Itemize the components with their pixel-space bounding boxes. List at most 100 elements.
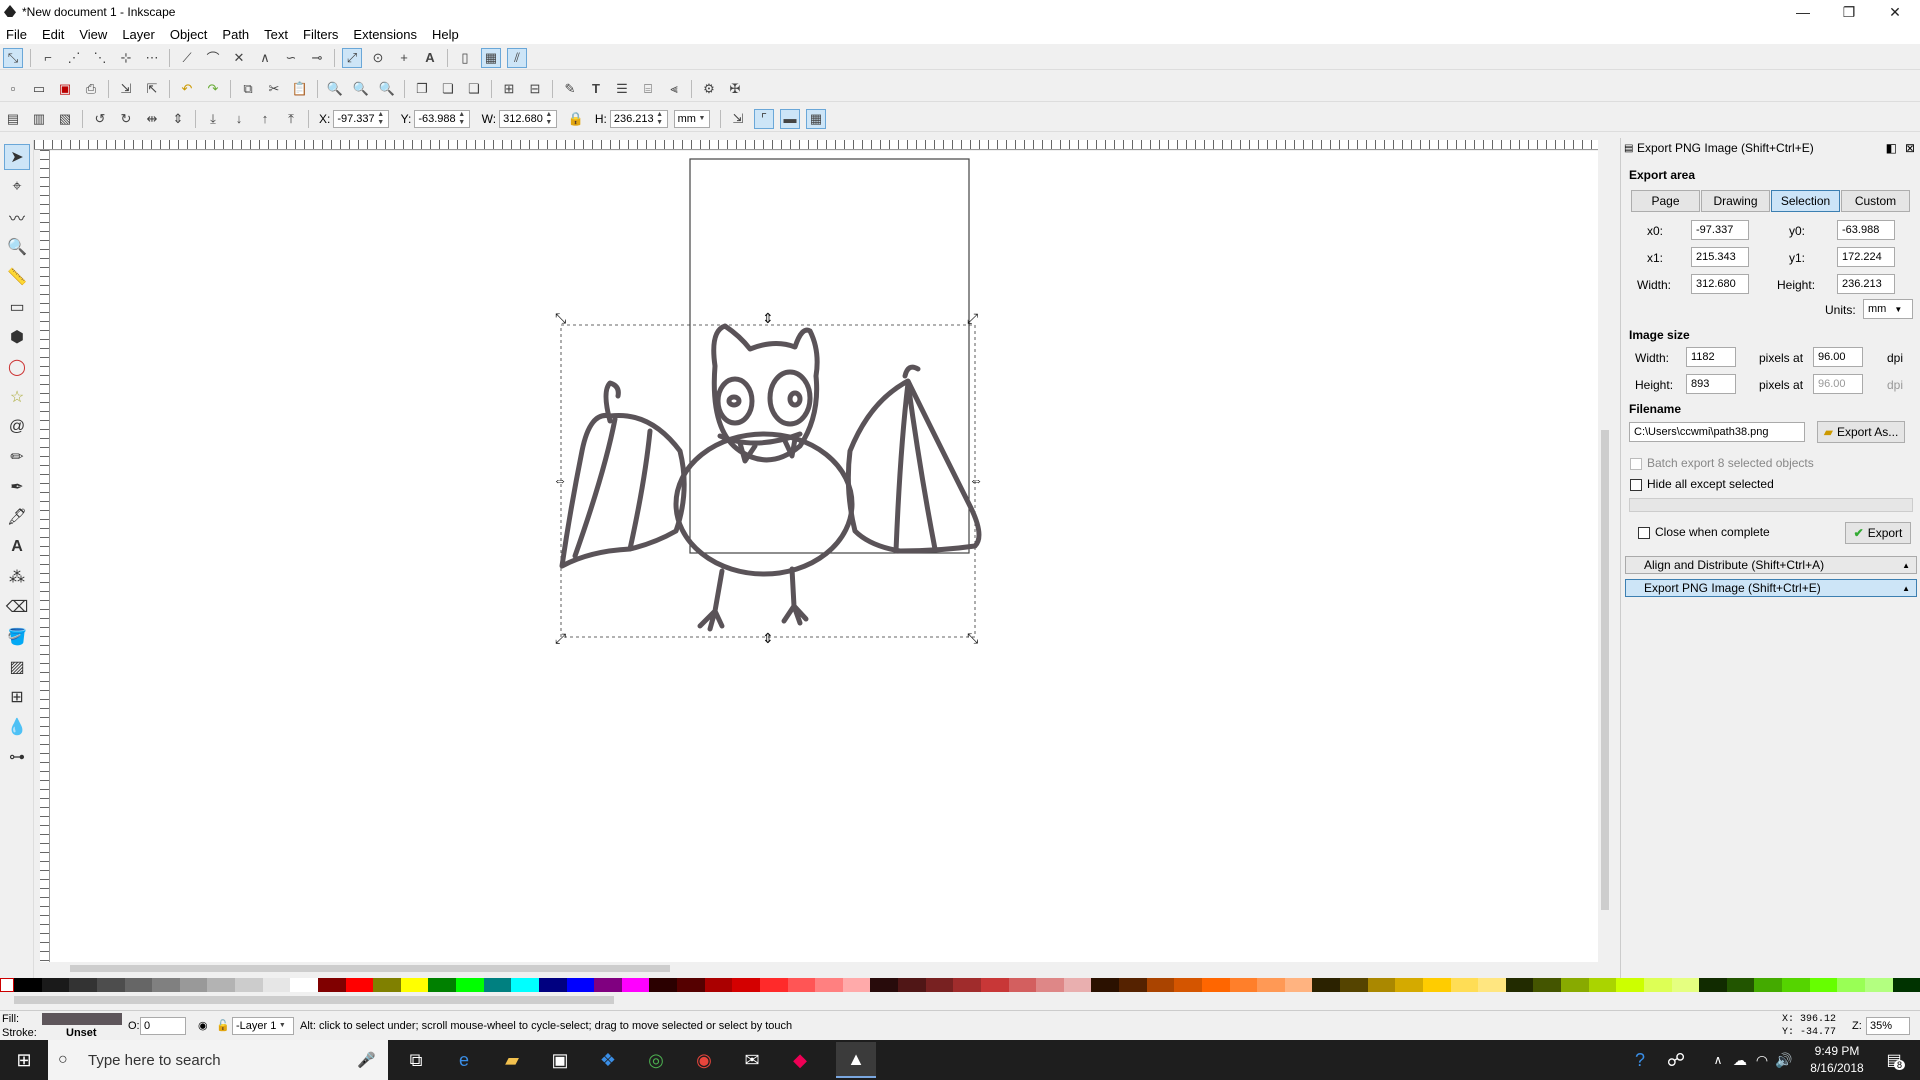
- xml-editor-icon[interactable]: ⌸: [638, 79, 658, 99]
- lock-icon[interactable]: 🔓: [216, 1019, 230, 1032]
- swatch[interactable]: [594, 978, 622, 992]
- paint-bucket-tool-icon[interactable]: 🪣: [4, 624, 30, 650]
- lock-ratio-icon[interactable]: 🔒: [566, 109, 586, 129]
- swatch[interactable]: [980, 978, 1009, 992]
- swatch[interactable]: [704, 978, 733, 992]
- snap-center-icon[interactable]: ⊙: [368, 48, 388, 68]
- store-icon[interactable]: ▣: [548, 1048, 572, 1072]
- eraser-tool-icon[interactable]: ⌫: [4, 594, 30, 620]
- move-gradients-icon[interactable]: ▬: [779, 108, 800, 129]
- raise-top-icon[interactable]: ⤒: [281, 109, 301, 129]
- swatch[interactable]: [566, 978, 595, 992]
- scale-stroke-icon[interactable]: ⇲: [728, 109, 748, 129]
- inkscape-taskbar-icon[interactable]: ▲: [836, 1042, 876, 1078]
- swatch[interactable]: [732, 978, 760, 992]
- dock-close-icon[interactable]: ⊠: [1905, 141, 1915, 155]
- taskbar-search-box[interactable]: ○ Type here to search 🎤: [48, 1040, 388, 1080]
- export-button[interactable]: ✔ Export: [1845, 522, 1911, 544]
- snap-page-icon[interactable]: ▯: [455, 48, 475, 68]
- swatch[interactable]: [1422, 978, 1451, 992]
- swatch[interactable]: [621, 978, 650, 992]
- spin-arrows-icon[interactable]: ▲ ▼: [377, 111, 385, 127]
- swatch[interactable]: [345, 978, 374, 992]
- export-as-button[interactable]: ▰ Export As...: [1817, 421, 1905, 443]
- batch-export-checkbox[interactable]: [1630, 458, 1642, 470]
- swatch[interactable]: [1119, 978, 1147, 992]
- redo-icon[interactable]: ↷: [203, 79, 223, 99]
- align-distribute-tab[interactable]: Align and Distribute (Shift+Ctrl+A) ▲: [1625, 556, 1917, 574]
- swatch[interactable]: [1671, 978, 1700, 992]
- unlink-clone-icon[interactable]: ❑: [464, 79, 484, 99]
- area-height-input[interactable]: 236.213: [1837, 274, 1895, 294]
- move-patterns-icon[interactable]: ▦: [805, 108, 826, 129]
- swatch[interactable]: [759, 978, 788, 992]
- spiral-tool-icon[interactable]: @: [4, 414, 30, 440]
- swatch[interactable]: [677, 978, 705, 992]
- menu-text[interactable]: Text: [264, 27, 288, 42]
- swatch[interactable]: [1036, 978, 1064, 992]
- clock-date[interactable]: 8/16/2018: [1802, 1061, 1872, 1075]
- snap-bbox-center-icon[interactable]: ⋯: [142, 48, 162, 68]
- edge-icon[interactable]: e: [452, 1048, 476, 1072]
- windows-start-icon[interactable]: ⊞: [12, 1048, 36, 1072]
- swatch[interactable]: [1561, 978, 1589, 992]
- w-spinbox[interactable]: 312.680 ▲ ▼: [499, 109, 557, 128]
- lower-icon[interactable]: ↓: [229, 109, 249, 129]
- menu-file[interactable]: File: [6, 27, 27, 42]
- swatch[interactable]: [1395, 978, 1423, 992]
- snap-others-icon[interactable]: ⤢: [342, 47, 362, 68]
- menu-edit[interactable]: Edit: [42, 27, 64, 42]
- restore-button[interactable]: ❐: [1826, 0, 1872, 24]
- snap-nodes-icon[interactable]: ⟋: [177, 48, 197, 68]
- 3d-box-tool-icon[interactable]: ⬢: [4, 324, 30, 350]
- swatch[interactable]: [953, 978, 981, 992]
- app-icon[interactable]: ◆: [788, 1048, 812, 1072]
- task-view-icon[interactable]: ⧉: [404, 1048, 428, 1072]
- snap-grid-icon[interactable]: ▦: [481, 47, 501, 68]
- swatch[interactable]: [1008, 978, 1037, 992]
- zoom-selection-icon[interactable]: 🔍: [325, 79, 345, 99]
- pen-tool-icon[interactable]: ✒: [4, 474, 30, 500]
- snap-bbox-edge-icon[interactable]: ⋰: [64, 48, 84, 68]
- swatch[interactable]: [1588, 978, 1617, 992]
- swatch[interactable]: [207, 978, 235, 992]
- swatch[interactable]: [842, 978, 871, 992]
- ungroup-icon[interactable]: ⊟: [525, 79, 545, 99]
- open-icon[interactable]: ▭: [29, 79, 49, 99]
- undo-icon[interactable]: ↶: [177, 79, 197, 99]
- no-paint-swatch[interactable]: [0, 978, 14, 992]
- clock-time[interactable]: 9:49 PM: [1802, 1044, 1872, 1058]
- x0-input[interactable]: -97.337: [1691, 220, 1749, 240]
- paste-icon[interactable]: 📋: [290, 79, 310, 99]
- swatch[interactable]: [1340, 978, 1368, 992]
- new-document-icon[interactable]: ▫: [3, 79, 23, 99]
- swatch[interactable]: [14, 978, 42, 992]
- swatch[interactable]: [1367, 978, 1396, 992]
- group-icon[interactable]: ⊞: [499, 79, 519, 99]
- dock-pin-icon[interactable]: ◧: [1886, 141, 1897, 155]
- scroll-thumb[interactable]: [14, 996, 614, 1004]
- snap-smooth-icon[interactable]: ∽: [281, 48, 301, 68]
- area-width-input[interactable]: 312.680: [1691, 274, 1749, 294]
- swatch[interactable]: [1063, 978, 1092, 992]
- document-properties-icon[interactable]: ⚙: [699, 79, 719, 99]
- preferences-icon[interactable]: ✠: [725, 79, 745, 99]
- unit-select[interactable]: mm ▼: [673, 109, 710, 128]
- filename-input[interactable]: C:\Users\ccwmi\path38.png: [1629, 422, 1805, 442]
- swatch[interactable]: [1754, 978, 1782, 992]
- volume-icon[interactable]: 🔊: [1772, 1048, 1796, 1072]
- calligraphy-tool-icon[interactable]: 🖋: [4, 504, 30, 530]
- menu-extensions[interactable]: Extensions: [353, 27, 417, 42]
- snap-rotation-center-icon[interactable]: +: [394, 48, 414, 68]
- cut-icon[interactable]: ✂: [264, 79, 284, 99]
- chrome-icon[interactable]: ◉: [692, 1048, 716, 1072]
- swatch[interactable]: [538, 978, 567, 992]
- text-font-icon[interactable]: T: [586, 79, 606, 99]
- swatch[interactable]: [1229, 978, 1258, 992]
- microphone-icon[interactable]: 🎤: [357, 1051, 376, 1069]
- layers-icon[interactable]: ☰: [612, 79, 632, 99]
- swatch[interactable]: [1505, 978, 1534, 992]
- zoom-drawing-icon[interactable]: 🔍: [351, 79, 371, 99]
- horizontal-scrollbar[interactable]: [60, 962, 1610, 974]
- swatch[interactable]: [290, 978, 318, 992]
